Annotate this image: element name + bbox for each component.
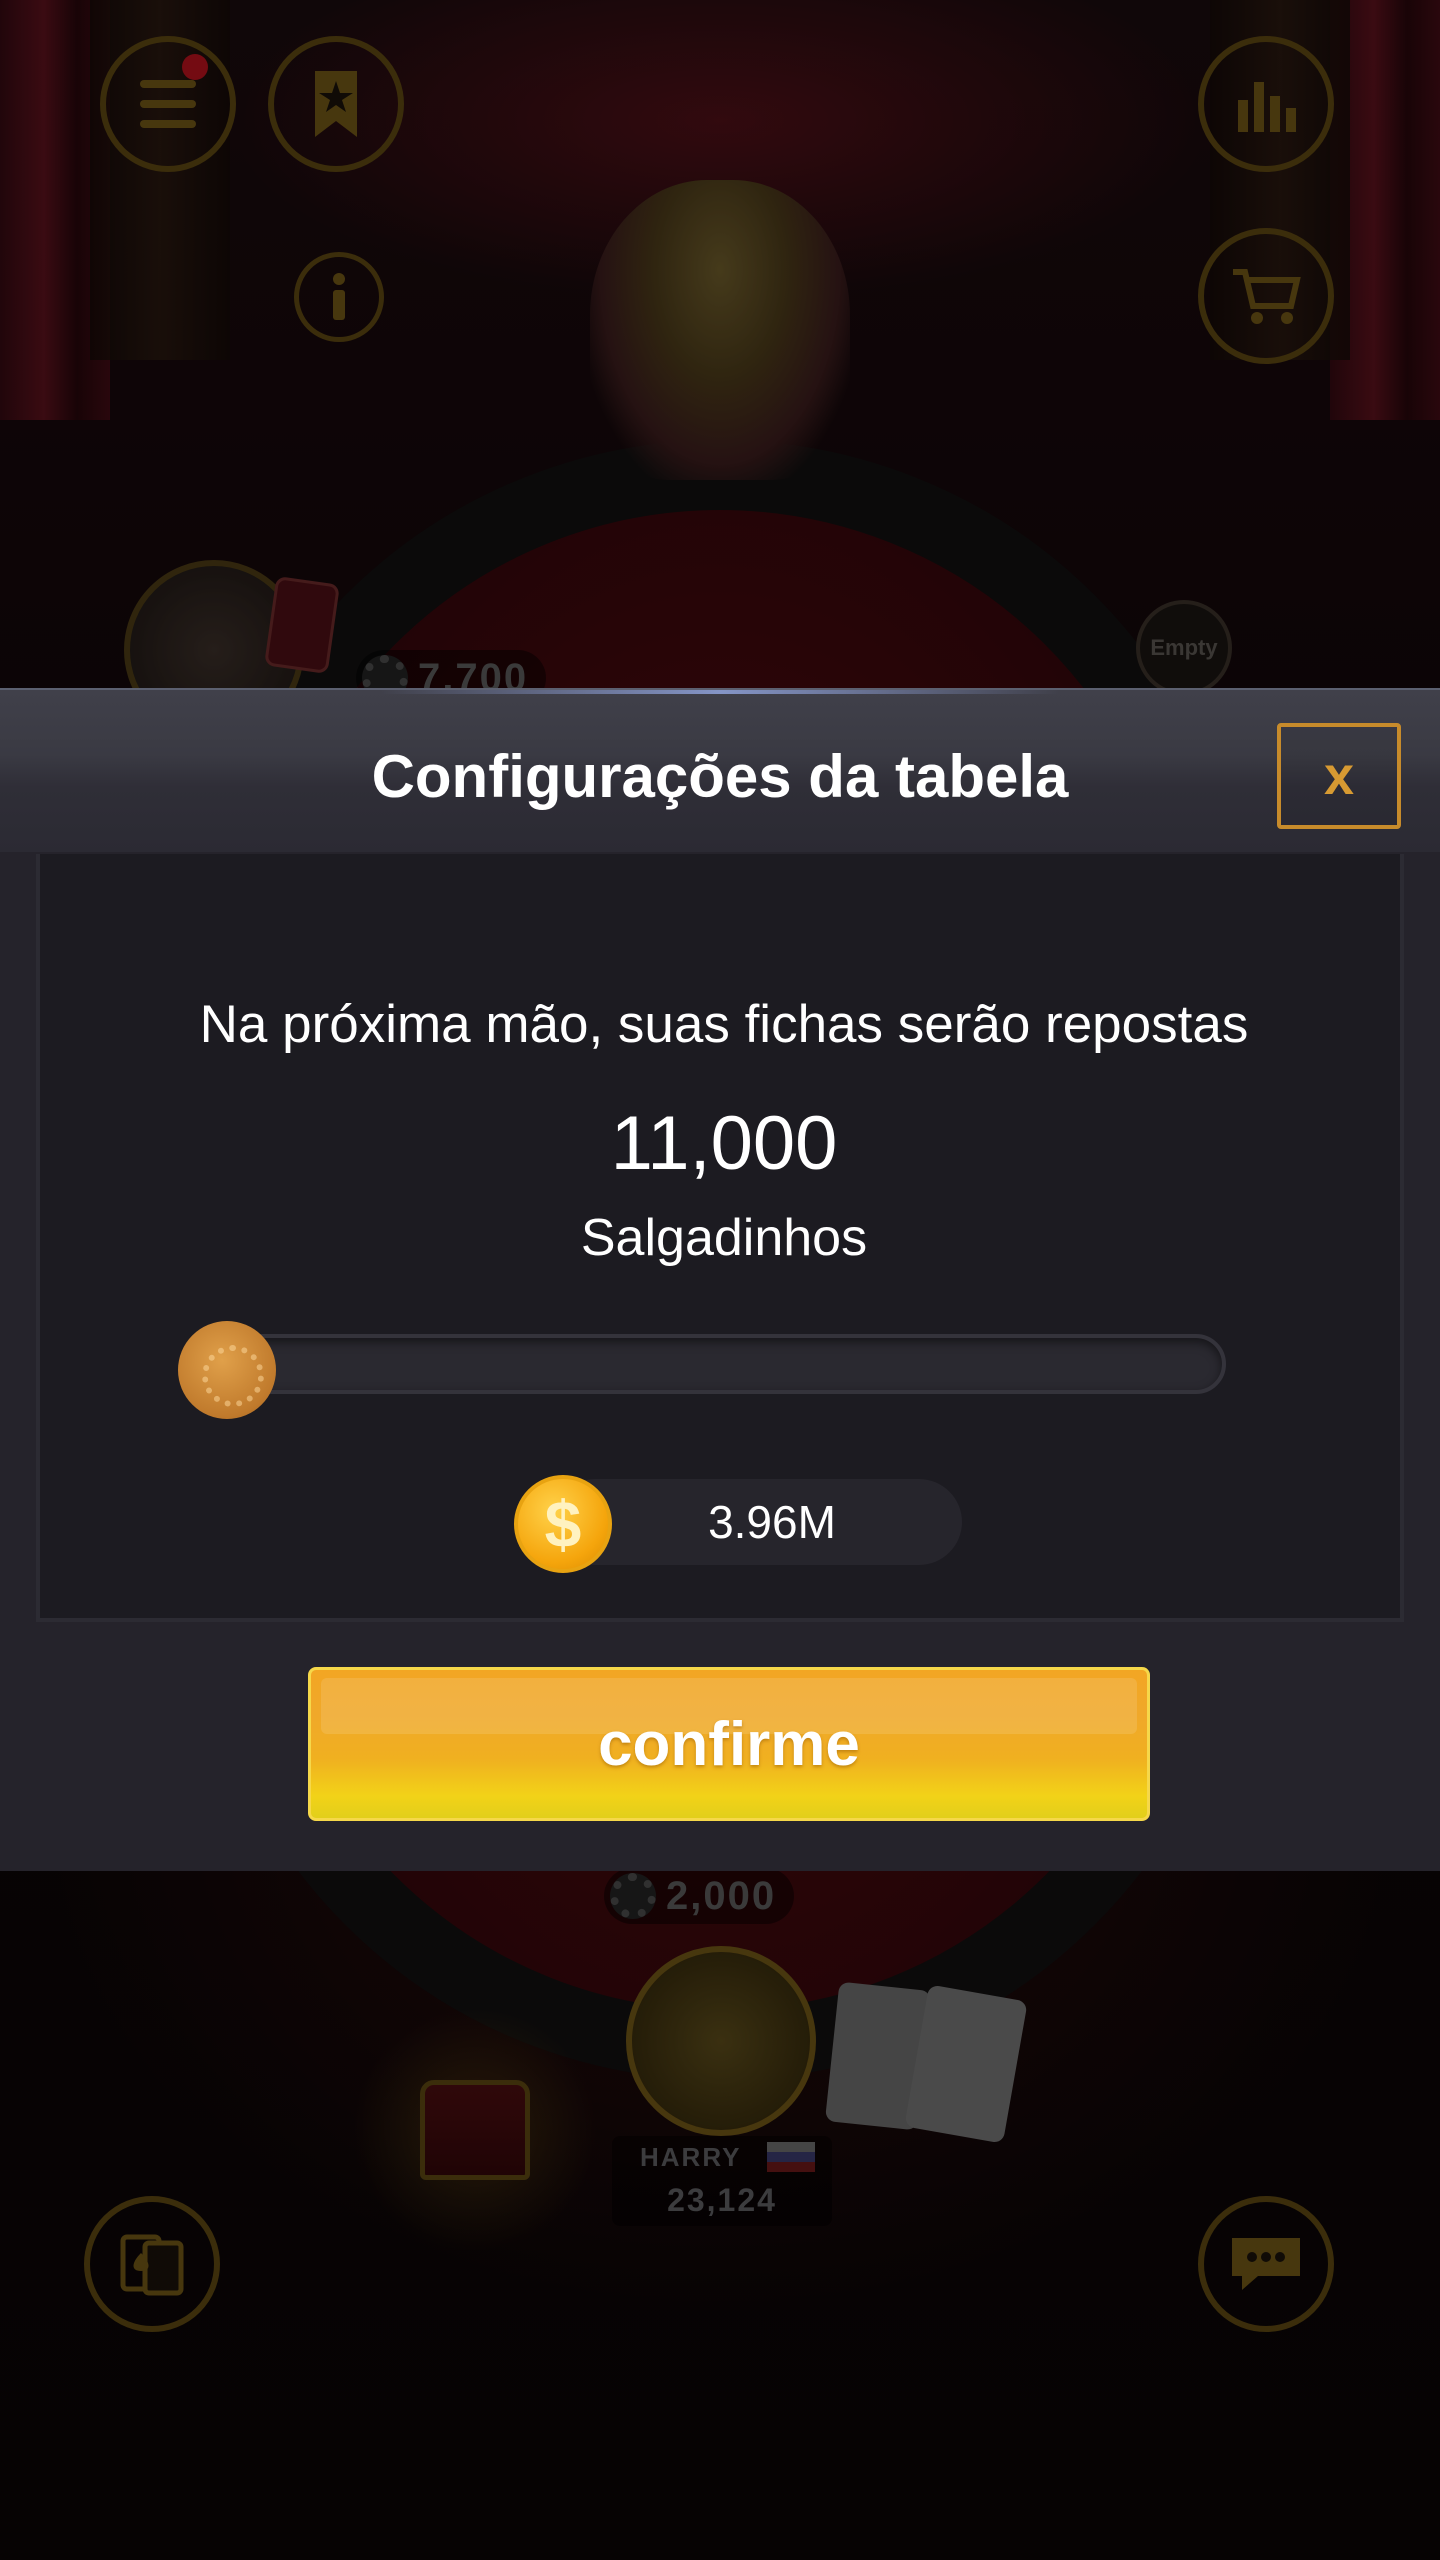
chip-amount-value: 11,000 (610, 1101, 838, 1186)
dialog-header: Configurações da tabela x (0, 688, 1440, 852)
coin-icon: $ (514, 1475, 612, 1573)
confirm-button-label: confirme (598, 1709, 860, 1779)
chip-slider-track[interactable] (226, 1334, 1226, 1394)
dialog-title: Configurações da tabela (371, 743, 1069, 810)
confirm-button[interactable]: confirme (308, 1667, 1150, 1821)
balance-value: 3.96M (708, 1496, 836, 1548)
chip-slider-thumb[interactable] (178, 1321, 276, 1419)
dialog-content-panel: Na próxima mão, suas fichas serão repost… (36, 854, 1404, 1622)
close-button[interactable]: x (1277, 723, 1401, 829)
table-settings-dialog: Configurações da tabela x Na próxima mão… (0, 688, 1440, 1871)
refill-message: Na próxima mão, suas fichas serão repost… (199, 995, 1249, 1054)
chip-unit-label: Salgadinhos (580, 1209, 868, 1267)
coin-symbol: $ (544, 1487, 582, 1561)
